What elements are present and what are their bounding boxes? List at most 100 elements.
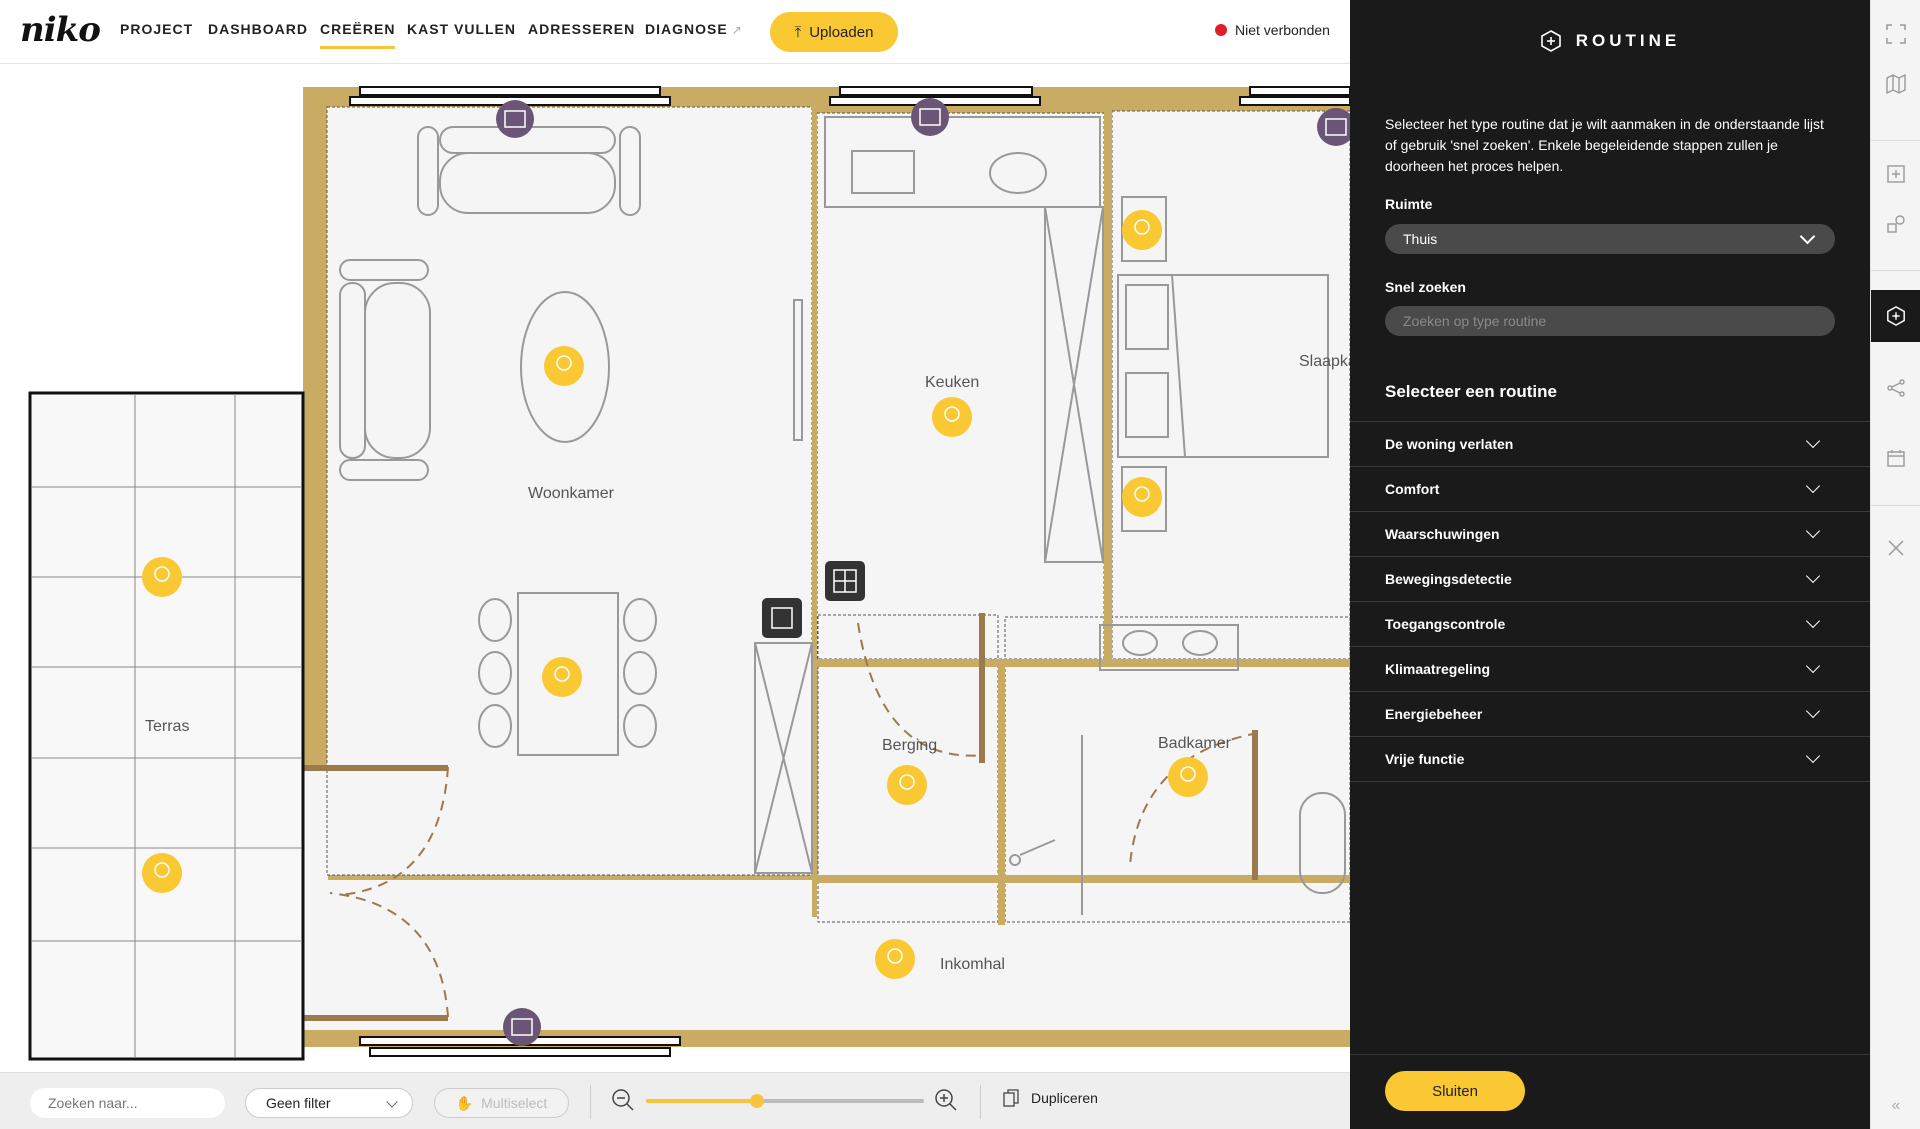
room-inkomhal-area[interactable] — [303, 880, 1350, 1030]
zoom-slider-fill — [646, 1099, 758, 1103]
duplicate-label: Dupliceren — [1031, 1090, 1098, 1106]
add-room-button[interactable] — [1871, 148, 1920, 200]
nav-kast-vullen[interactable]: KAST VULLEN — [407, 21, 516, 49]
inner-wall — [812, 659, 1350, 667]
routine-panel: ROUTINE Selecteer het type routine dat j… — [1350, 0, 1870, 1129]
light-bulb-icon[interactable] — [887, 765, 927, 805]
rail-divider — [1871, 270, 1920, 271]
filter-select[interactable]: Geen filter — [245, 1088, 413, 1118]
routine-item-vrije-functie[interactable]: Vrije functie — [1350, 737, 1870, 782]
shapes-icon — [1887, 215, 1905, 233]
nav-diagnose-label: DIAGNOSE — [645, 21, 728, 37]
external-link-icon: ↗ — [731, 23, 743, 37]
light-bulb-icon[interactable] — [142, 853, 182, 893]
top-navigation: niko PROJECT DASHBOARD CREËREN KAST VULL… — [0, 0, 1350, 64]
panel-footer-divider — [1350, 1054, 1870, 1055]
routine-item-waarschuwingen[interactable]: Waarschuwingen — [1350, 512, 1870, 557]
room-label-slaapkamer: Slaapka — [1299, 353, 1350, 370]
upload-label: Uploaden — [809, 23, 874, 41]
room-label-berging: Berging — [882, 737, 937, 754]
zoom-out-icon[interactable] — [610, 1087, 636, 1113]
toolbar-divider — [980, 1085, 981, 1119]
panel-intro-text: Selecteer het type routine dat je wilt a… — [1385, 116, 1824, 174]
duplicate-button[interactable]: Dupliceren — [1003, 1089, 1098, 1107]
quicksearch-label: Snel zoeken — [1385, 279, 1466, 295]
share-nodes-icon — [1887, 379, 1905, 397]
sensor-device-icon[interactable] — [762, 598, 802, 638]
door-leaf — [979, 613, 985, 763]
routine-item-energiebeheer[interactable]: Energiebeheer — [1350, 692, 1870, 737]
panel-title-text: ROUTINE — [1575, 31, 1681, 50]
calendar-icon — [1887, 450, 1905, 467]
routine-item-toegangscontrole[interactable]: Toegangscontrole — [1350, 602, 1870, 647]
routine-item-de-woning-verlaten[interactable]: De woning verlaten — [1350, 422, 1870, 467]
light-bulb-icon[interactable] — [542, 657, 582, 697]
routine-item-label: Energiebeheer — [1385, 706, 1483, 722]
room-label-keuken: Keuken — [925, 374, 979, 391]
sunblind-icon[interactable] — [503, 1008, 541, 1046]
search-input[interactable] — [30, 1088, 225, 1118]
multiselect-label: Multiselect — [481, 1095, 548, 1111]
nav-diagnose[interactable]: DIAGNOSE ↗ — [645, 21, 743, 49]
hand-icon: ✋ — [455, 1094, 474, 1111]
space-select-value: Thuis — [1403, 231, 1438, 247]
nav-adresseren[interactable]: ADRESSEREN — [528, 21, 635, 49]
quicksearch-input[interactable] — [1385, 306, 1835, 336]
light-bulb-icon[interactable] — [1122, 477, 1162, 517]
fullscreen-button[interactable] — [1871, 8, 1920, 60]
sunblind-icon[interactable] — [911, 98, 949, 136]
upload-icon: ⤒ — [794, 23, 802, 41]
routine-hexagon-icon — [1887, 306, 1905, 326]
nav-dashboard[interactable]: DASHBOARD — [208, 21, 308, 49]
light-bulb-icon[interactable] — [1122, 210, 1162, 250]
routine-hexagon-icon — [1540, 30, 1561, 52]
niko-logo[interactable]: niko — [20, 10, 101, 50]
zoom-slider[interactable] — [646, 1094, 924, 1108]
light-bulb-icon[interactable] — [544, 346, 584, 386]
zoom-slider-handle[interactable] — [750, 1094, 765, 1108]
routine-item-klimaatregeling[interactable]: Klimaatregeling — [1350, 647, 1870, 692]
light-bulb-icon[interactable] — [932, 397, 972, 437]
connection-status: Niet verbonden — [1215, 22, 1330, 38]
room-label-woonkamer: Woonkamer — [528, 485, 615, 502]
sunblind-icon[interactable] — [496, 100, 534, 138]
close-button[interactable]: Sluiten — [1385, 1071, 1525, 1111]
routine-item-label: Vrije functie — [1385, 751, 1465, 767]
tools-icon — [1888, 540, 1904, 556]
light-bulb-icon[interactable] — [142, 557, 182, 597]
routine-item-comfort[interactable]: Comfort — [1350, 467, 1870, 512]
add-square-icon — [1887, 165, 1905, 183]
add-device-button[interactable] — [1871, 198, 1920, 250]
space-select[interactable]: Thuis — [1385, 224, 1835, 254]
light-bulb-icon[interactable] — [875, 939, 915, 979]
routine-item-label: Bewegingsdetectie — [1385, 571, 1512, 587]
duplicate-icon — [1003, 1089, 1019, 1107]
light-bulb-icon[interactable] — [1168, 757, 1208, 797]
door-frame — [303, 765, 448, 771]
toolbar-divider — [590, 1085, 591, 1119]
status-dot-icon — [1215, 24, 1227, 36]
routine-item-bewegingsdetectie[interactable]: Bewegingsdetectie — [1350, 557, 1870, 602]
chevron-down-icon — [1805, 658, 1821, 674]
room-slaapkamer-area[interactable] — [1112, 111, 1350, 659]
bottom-toolbar: Geen filter ✋ Multiselect Dupliceren — [0, 1072, 1350, 1129]
routine-item-label: Toegangscontrole — [1385, 616, 1506, 632]
nav-project[interactable]: PROJECT — [120, 21, 193, 49]
multiselect-button[interactable]: ✋ Multiselect — [434, 1088, 569, 1118]
double-chevron-left-icon: « — [1891, 1097, 1901, 1114]
chevron-down-icon — [1805, 568, 1821, 584]
grid-device-icon[interactable] — [825, 561, 865, 601]
routine-item-label: Comfort — [1385, 481, 1440, 497]
tools-button[interactable] — [1871, 522, 1920, 574]
map-button[interactable] — [1871, 58, 1920, 110]
routine-tool-button[interactable] — [1871, 290, 1920, 342]
nav-creeren[interactable]: CREËREN — [320, 21, 396, 49]
calendar-button[interactable] — [1871, 432, 1920, 484]
chevron-down-icon — [1805, 613, 1821, 629]
chevron-down-icon — [1805, 703, 1821, 719]
connections-button[interactable] — [1871, 362, 1920, 414]
collapse-rail-button[interactable]: « — [1871, 1080, 1920, 1129]
zoom-in-icon[interactable] — [933, 1087, 959, 1113]
upload-button[interactable]: ⤒ Uploaden — [770, 12, 898, 52]
floorplan-canvas[interactable]: Woonkamer Keuken Slaapka Terras Berging … — [0, 65, 1350, 1072]
